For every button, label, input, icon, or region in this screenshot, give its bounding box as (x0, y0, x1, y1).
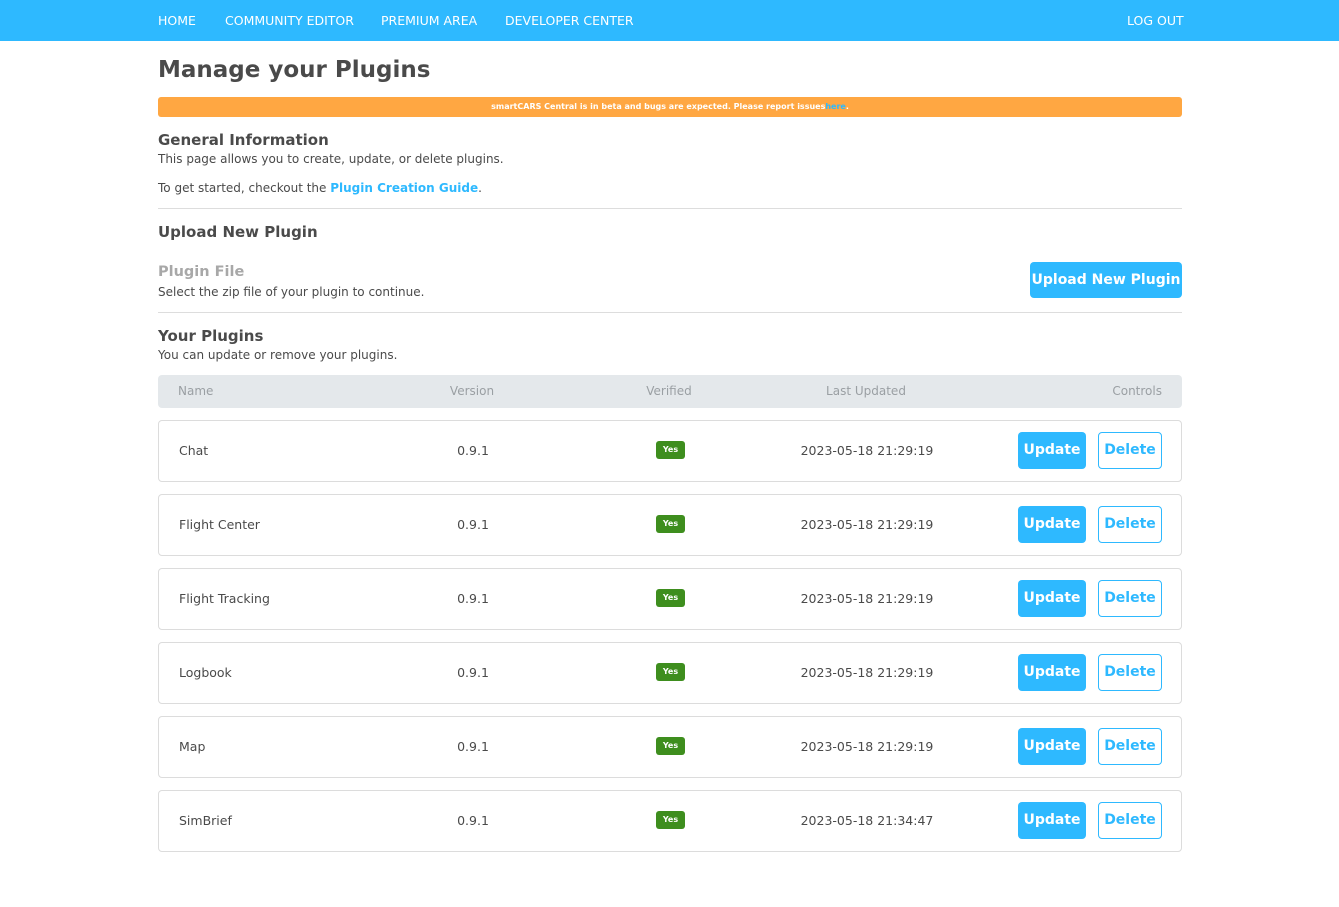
nav-developer-center-link[interactable]: DEVELOPER CENTER (505, 0, 634, 41)
plugin-row: SimBrief 0.9.1 Yes 2023-05-18 21:34:47 U… (158, 790, 1182, 852)
top-navbar: HOME COMMUNITY EDITOR PREMIUM AREA DEVEL… (0, 0, 1339, 41)
plugin-file-label: Plugin File (158, 264, 245, 280)
plugin-version: 0.9.1 (457, 517, 489, 532)
section-divider (158, 312, 1182, 313)
delete-plugin-button[interactable]: Delete (1098, 506, 1162, 543)
delete-plugin-button[interactable]: Delete (1098, 432, 1162, 469)
update-plugin-button[interactable]: Update (1018, 654, 1086, 691)
plugin-version: 0.9.1 (457, 813, 489, 828)
verified-badge: Yes (656, 441, 685, 459)
plugin-row: Flight Center 0.9.1 Yes 2023-05-18 21:29… (158, 494, 1182, 556)
delete-plugin-button[interactable]: Delete (1098, 580, 1162, 617)
your-plugins-description: You can update or remove your plugins. (158, 348, 398, 362)
report-issues-link[interactable]: here (825, 102, 846, 111)
plugin-name: Logbook (179, 665, 232, 680)
verified-badge: Yes (656, 589, 685, 607)
beta-banner-text: smartCARS Central is in beta and bugs ar… (491, 102, 826, 111)
plugin-guide-suffix: . (478, 181, 482, 195)
plugin-last-updated: 2023-05-18 21:29:19 (800, 591, 934, 606)
plugin-row: Flight Tracking 0.9.1 Yes 2023-05-18 21:… (158, 568, 1182, 630)
general-info-description: This page allows you to create, update, … (158, 152, 504, 166)
nav-premium-area-link[interactable]: PREMIUM AREA (381, 0, 477, 41)
update-plugin-button[interactable]: Update (1018, 728, 1086, 765)
nav-community-editor-link[interactable]: COMMUNITY EDITOR (225, 0, 354, 41)
beta-banner-suffix: . (845, 102, 849, 111)
plugin-name: SimBrief (179, 813, 232, 828)
general-info-heading: General Information (158, 131, 329, 149)
plugin-name: Flight Center (179, 517, 260, 532)
plugin-version: 0.9.1 (457, 443, 489, 458)
plugin-last-updated: 2023-05-18 21:29:19 (800, 443, 934, 458)
section-divider (158, 208, 1182, 209)
verified-badge: Yes (656, 811, 685, 829)
nav-logout-link[interactable]: LOG OUT (1127, 0, 1184, 41)
delete-plugin-button[interactable]: Delete (1098, 654, 1162, 691)
plugin-creation-guide-link[interactable]: Plugin Creation Guide (330, 181, 478, 195)
plugin-name: Map (179, 739, 206, 754)
plugin-last-updated: 2023-05-18 21:34:47 (800, 813, 934, 828)
your-plugins-heading: Your Plugins (158, 327, 264, 345)
window-bottom-edge (0, 891, 1339, 907)
column-header-name: Name (178, 384, 214, 398)
plugin-file-hint: Select the zip file of your plugin to co… (158, 285, 425, 299)
plugin-version: 0.9.1 (457, 739, 489, 754)
update-plugin-button[interactable]: Update (1018, 432, 1086, 469)
plugin-guide-line: To get started, checkout the Plugin Crea… (158, 181, 482, 195)
delete-plugin-button[interactable]: Delete (1098, 728, 1162, 765)
verified-badge: Yes (656, 737, 685, 755)
plugin-row: Map 0.9.1 Yes 2023-05-18 21:29:19 Update… (158, 716, 1182, 778)
plugin-name: Flight Tracking (179, 591, 270, 606)
column-header-controls: Controls (1112, 384, 1162, 398)
page-title: Manage your Plugins (158, 57, 431, 83)
plugin-row: Logbook 0.9.1 Yes 2023-05-18 21:29:19 Up… (158, 642, 1182, 704)
plugin-last-updated: 2023-05-18 21:29:19 (800, 517, 934, 532)
update-plugin-button[interactable]: Update (1018, 802, 1086, 839)
update-plugin-button[interactable]: Update (1018, 580, 1086, 617)
plugin-version: 0.9.1 (457, 665, 489, 680)
column-header-verified: Verified (646, 384, 692, 398)
plugin-version: 0.9.1 (457, 591, 489, 606)
delete-plugin-button[interactable]: Delete (1098, 802, 1162, 839)
plugin-row: Chat 0.9.1 Yes 2023-05-18 21:29:19 Updat… (158, 420, 1182, 482)
plugins-table-header: Name Version Verified Last Updated Contr… (158, 375, 1182, 408)
nav-home-link[interactable]: HOME (158, 0, 196, 41)
update-plugin-button[interactable]: Update (1018, 506, 1086, 543)
verified-badge: Yes (656, 663, 685, 681)
upload-new-plugin-button[interactable]: Upload New Plugin (1030, 262, 1182, 298)
beta-warning-banner: smartCARS Central is in beta and bugs ar… (158, 97, 1182, 117)
plugin-name: Chat (179, 443, 209, 458)
column-header-version: Version (449, 384, 495, 398)
column-header-last-updated: Last Updated (826, 384, 906, 398)
plugin-last-updated: 2023-05-18 21:29:19 (800, 739, 934, 754)
plugin-last-updated: 2023-05-18 21:29:19 (800, 665, 934, 680)
verified-badge: Yes (656, 515, 685, 533)
plugin-guide-prefix: To get started, checkout the (158, 181, 331, 195)
upload-plugin-heading: Upload New Plugin (158, 223, 318, 241)
